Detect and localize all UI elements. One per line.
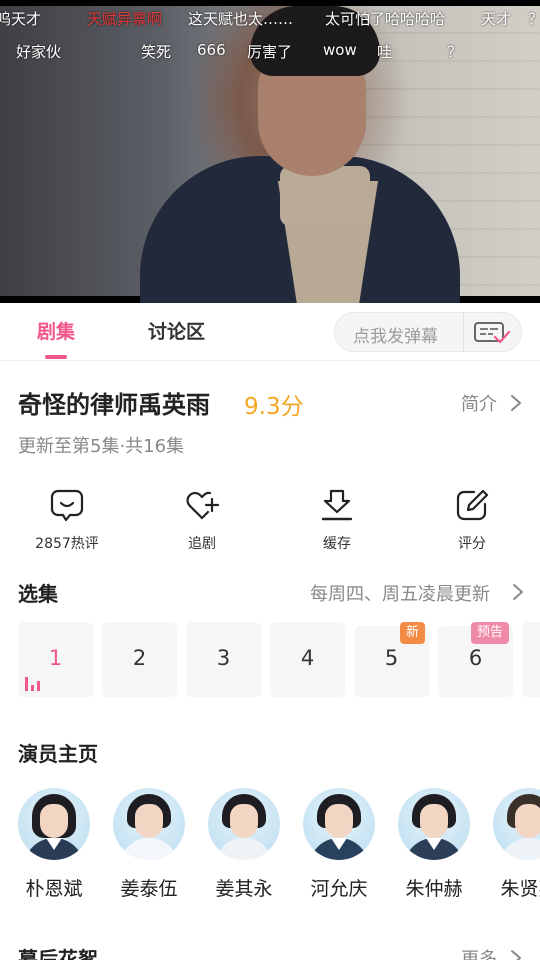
- edit-icon: [456, 489, 489, 521]
- actor-card[interactable]: 姜泰伍: [109, 788, 189, 898]
- actor-neck: [280, 166, 370, 226]
- danmaku-comment: ？: [528, 8, 540, 29]
- episode-item[interactable]: [522, 622, 540, 697]
- actor-card[interactable]: 朱仲赫: [394, 788, 474, 898]
- update-info: 更新至第5集·共16集: [18, 436, 185, 457]
- danmaku-comment: 这天赋也太……: [188, 10, 294, 28]
- episode-item[interactable]: 6 预告: [438, 622, 513, 697]
- follow-button[interactable]: 追剧: [152, 487, 252, 553]
- danmaku-comment: 天才: [481, 10, 512, 28]
- tab-discussion[interactable]: 讨论区: [148, 317, 205, 344]
- actor-card[interactable]: 河允庆: [299, 788, 379, 898]
- danmaku-comment: ？: [447, 43, 463, 61]
- download-button[interactable]: 缓存: [287, 487, 387, 553]
- danmaku-input[interactable]: 点我发弹幕: [334, 312, 522, 352]
- avatar: [398, 788, 470, 860]
- show-score: 9.3分: [244, 394, 304, 420]
- danmaku-comment: 呜天才: [0, 10, 42, 28]
- episode-number: 3: [216, 646, 231, 670]
- behind-scenes-more-link[interactable]: 更多: [461, 945, 497, 960]
- episode-number: 5: [384, 646, 399, 670]
- danmaku-comment: 666: [197, 41, 226, 59]
- episode-list: 1 2 3 4 5 新 6 预告: [18, 622, 540, 698]
- cast-section-title: 演员主页: [18, 742, 98, 766]
- chevron-right-icon[interactable]: [508, 393, 524, 413]
- episode-item[interactable]: 5 新: [354, 622, 429, 697]
- danmaku-input-placeholder: 点我发弹幕: [353, 327, 438, 347]
- avatar: [208, 788, 280, 860]
- video-player[interactable]: 呜天才 天赋异禀啊 这天赋也太…… 太可怕了哈哈哈哈 天才 ？ 好家伙 笑死 6…: [0, 0, 540, 303]
- actor-card[interactable]: 姜其永: [204, 788, 284, 898]
- episode-number: 1: [48, 646, 63, 670]
- episode-number: 4: [300, 646, 315, 670]
- tab-bar: 剧集 讨论区 点我发弹幕: [0, 303, 540, 361]
- avatar: [303, 788, 375, 860]
- episode-item[interactable]: 1: [18, 622, 93, 697]
- rate-label: 评分: [458, 536, 486, 552]
- behind-scenes-title: 幕后花絮: [18, 947, 98, 960]
- chevron-right-icon[interactable]: [510, 582, 526, 602]
- danmaku-comment: 笑死: [141, 43, 172, 61]
- episode-number: 6: [468, 646, 483, 670]
- danmaku-input-divider: [463, 313, 464, 351]
- preview-badge: 预告: [470, 622, 509, 644]
- intro-link[interactable]: 简介: [461, 390, 497, 416]
- download-label: 缓存: [323, 536, 351, 552]
- episode-item[interactable]: 4: [270, 622, 345, 697]
- episodes-section-title: 选集: [18, 582, 58, 606]
- episode-number: 2: [132, 646, 147, 670]
- danmaku-comment: wow: [323, 41, 357, 59]
- hot-comments-label: 2857热评: [35, 536, 99, 552]
- actor-name: 朱仲赫: [405, 878, 463, 898]
- danmaku-settings-icon[interactable]: [473, 321, 511, 345]
- actor-name: 姜其永: [215, 878, 273, 898]
- actor-name: 河允庆: [310, 878, 368, 898]
- comment-icon: [50, 489, 84, 522]
- episodes-schedule[interactable]: 每周四、周五凌晨更新: [310, 580, 490, 606]
- heart-plus-icon: [186, 491, 220, 520]
- avatar: [18, 788, 90, 860]
- active-tab-indicator: [45, 355, 67, 359]
- actor-name: 姜泰伍: [120, 878, 178, 898]
- actor-card[interactable]: 朱贤英: [489, 788, 540, 898]
- chevron-right-icon[interactable]: [508, 948, 524, 960]
- danmaku-comment: 哇: [377, 43, 393, 61]
- episode-item[interactable]: 3: [186, 622, 261, 697]
- download-icon: [321, 489, 353, 521]
- follow-label: 追剧: [188, 536, 216, 552]
- avatar: [113, 788, 185, 860]
- tab-episodes[interactable]: 剧集: [37, 317, 75, 344]
- playing-indicator-icon: [25, 677, 40, 691]
- actor-name: 朴恩斌: [25, 878, 83, 898]
- danmaku-comment: 好家伙: [16, 43, 62, 61]
- show-title: 奇怪的律师禹英雨: [18, 391, 210, 419]
- cast-list: 朴恩斌 姜泰伍 姜其永 河允庆 朱仲赫 朱贤英: [18, 788, 540, 898]
- danmaku-comment: 厉害了: [247, 43, 293, 61]
- actor-card[interactable]: 朴恩斌: [18, 788, 94, 898]
- episode-item[interactable]: 2: [102, 622, 177, 697]
- avatar: [493, 788, 540, 860]
- danmaku-comment: 天赋异禀啊: [87, 10, 163, 28]
- rate-button[interactable]: 评分: [422, 487, 522, 553]
- new-badge: 新: [399, 622, 425, 644]
- danmaku-comment: 太可怕了哈哈哈哈: [325, 10, 446, 28]
- hot-comments-button[interactable]: 2857热评: [17, 487, 117, 553]
- actor-name: 朱贤英: [500, 878, 540, 898]
